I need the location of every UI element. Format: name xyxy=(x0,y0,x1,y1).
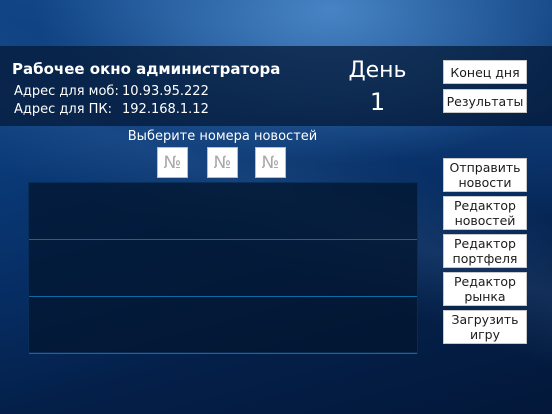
news-list[interactable] xyxy=(28,182,418,354)
portfolio-editor-button-label-line1: Редактор xyxy=(454,236,516,251)
results-button-label: Результаты xyxy=(446,93,524,109)
load-game-button-label-line1: Загрузить xyxy=(451,312,519,327)
load-game-button-label-line2: игру xyxy=(469,327,501,342)
market-editor-button-label-line1: Редактор xyxy=(454,274,516,289)
news-list-row[interactable] xyxy=(29,183,417,240)
market-editor-button[interactable]: Редактор рынка xyxy=(443,272,527,306)
news-number-input-2[interactable] xyxy=(207,147,238,178)
news-list-row[interactable] xyxy=(29,240,417,297)
news-number-input-3[interactable] xyxy=(255,147,286,178)
end-day-button-label: Конец дня xyxy=(450,64,520,80)
send-news-button-label-line1: Отправить xyxy=(449,160,521,175)
day-counter: 1 xyxy=(369,88,386,116)
portfolio-editor-button[interactable]: Редактор портфеля xyxy=(443,234,527,268)
news-editor-button[interactable]: Редактор новостей xyxy=(443,196,527,230)
news-select-prompt: Выберите номера новостей xyxy=(127,129,318,144)
market-editor-button-label-line2: рынка xyxy=(464,289,506,304)
pc-address-value: 192.168.1.12 xyxy=(122,102,209,117)
mobile-address-label: Адрес для моб: xyxy=(14,84,119,99)
news-list-row[interactable] xyxy=(29,297,417,354)
mobile-address-value: 10.93.95.222 xyxy=(122,84,209,99)
results-button[interactable]: Результаты xyxy=(443,89,527,113)
news-number-input-1[interactable] xyxy=(157,147,188,178)
pc-address-label: Адрес для ПК: xyxy=(14,102,113,117)
news-editor-button-label-line2: новостей xyxy=(454,213,516,228)
load-game-button[interactable]: Загрузить игру xyxy=(443,310,527,344)
day-label: День xyxy=(348,58,407,83)
page-title: Рабочее окно администратора xyxy=(12,60,281,78)
portfolio-editor-button-label-line2: портфеля xyxy=(452,251,518,266)
send-news-button-label-line2: новости xyxy=(458,175,512,190)
end-day-button[interactable]: Конец дня xyxy=(443,60,527,84)
send-news-button[interactable]: Отправить новости xyxy=(443,158,527,192)
news-editor-button-label-line1: Редактор xyxy=(454,198,516,213)
